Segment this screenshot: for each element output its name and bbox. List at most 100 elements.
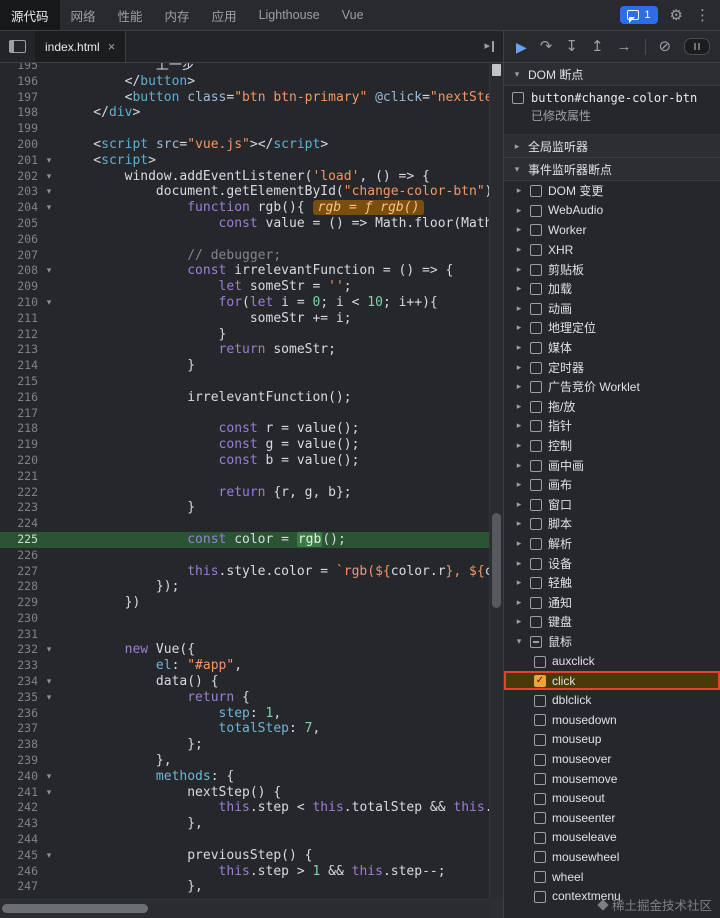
expand-arrow-icon[interactable]: ▸ [514,264,524,275]
fold-arrow-icon[interactable]: ▾ [42,169,56,185]
code-line[interactable]: 230 [0,611,490,627]
event-category-鼠标[interactable]: ▾ 鼠标 [504,632,720,652]
event-listener-dblclick[interactable]: dblclick [504,690,720,710]
code-line[interactable]: 221 [0,469,490,485]
expand-arrow-icon[interactable]: ▸ [514,616,524,627]
category-checkbox[interactable] [530,459,542,472]
expand-arrow-icon[interactable]: ▸ [514,224,524,235]
event-category-媒体[interactable]: ▸ 媒体 [504,338,720,358]
expand-arrow-icon[interactable]: ▸ [514,283,524,294]
more-options-icon[interactable]: ⋮ [695,8,710,23]
resume-button[interactable]: ▶ [516,40,527,54]
line-number[interactable]: 223 [0,500,42,516]
line-number[interactable]: 196 [0,74,42,90]
code-line[interactable]: 205 const value = () => Math.floor(Math.… [0,216,490,232]
code-line[interactable]: 238 }; [0,737,490,753]
line-number[interactable]: 201 [0,153,42,169]
horizontal-scrollbar-thumb[interactable] [2,904,148,913]
expand-arrow-icon[interactable]: ▸ [514,597,524,608]
line-number[interactable]: 244 [0,832,42,848]
expand-arrow-icon[interactable]: ▸ [514,362,524,373]
step-button[interactable]: → [617,39,632,54]
code-line[interactable]: 219 const g = value(); [0,437,490,453]
expand-arrow-icon[interactable]: ▸ [514,440,524,451]
code-line[interactable]: 196 </button> [0,74,490,90]
category-checkbox[interactable] [530,537,542,550]
panel-tab-应用[interactable]: 应用 [201,0,248,30]
fold-arrow-icon[interactable]: ▾ [42,769,56,785]
event-listener-auxclick[interactable]: auxclick [504,651,720,671]
event-category-加载[interactable]: ▸ 加载 [504,279,720,299]
code-line[interactable]: 239 }, [0,753,490,769]
code-line[interactable]: 199 [0,121,490,137]
code-line[interactable]: 234 ▾ data() { [0,674,490,690]
line-number[interactable]: 238 [0,737,42,753]
listener-checkbox[interactable] [534,792,546,805]
panel-tab-性能[interactable]: 性能 [107,0,154,30]
close-tab-icon[interactable]: × [108,39,116,54]
panel-tab-网络[interactable]: 网络 [60,0,107,30]
code-line[interactable]: 222 return {r, g, b}; [0,485,490,501]
panel-tab-Lighthouse[interactable]: Lighthouse [248,0,331,30]
code-line[interactable]: 244 [0,832,490,848]
line-number[interactable]: 197 [0,90,42,106]
code-line[interactable]: 224 [0,516,490,532]
line-number[interactable]: 233 [0,658,42,674]
fold-arrow-icon[interactable]: ▾ [42,642,56,658]
line-number[interactable]: 202 [0,169,42,185]
event-listener-mouseout[interactable]: mouseout [504,788,720,808]
event-breakpoints-header[interactable]: ▾ 事件监听器断点 [504,158,720,181]
category-checkbox[interactable] [530,361,542,374]
event-category-拖/放[interactable]: ▸ 拖/放 [504,397,720,417]
code-line[interactable]: 232 ▾ new Vue({ [0,642,490,658]
fold-arrow-icon[interactable]: ▾ [42,200,56,216]
category-checkbox[interactable] [530,498,542,511]
line-number[interactable]: 210 [0,295,42,311]
line-number[interactable]: 224 [0,516,42,532]
code-line[interactable]: 227 this.style.color = `rgb(${color.r}, … [0,564,490,580]
listener-checkbox[interactable] [534,655,546,668]
category-checkbox[interactable] [530,635,542,648]
listener-checkbox[interactable] [534,733,546,746]
listener-checkbox[interactable] [534,714,546,727]
line-number[interactable]: 206 [0,232,42,248]
event-category-地理定位[interactable]: ▸ 地理定位 [504,318,720,338]
line-number[interactable]: 207 [0,248,42,264]
line-number[interactable]: 239 [0,753,42,769]
category-checkbox[interactable] [530,185,542,198]
category-checkbox[interactable] [530,283,542,296]
expand-arrow-icon[interactable]: ▸ [514,499,524,510]
step-into-button[interactable]: ↧ [565,39,578,54]
line-number[interactable]: 200 [0,137,42,153]
line-number[interactable]: 232 [0,642,42,658]
line-number[interactable]: 216 [0,390,42,406]
category-checkbox[interactable] [530,420,542,433]
category-checkbox[interactable] [530,204,542,217]
line-number[interactable]: 226 [0,548,42,564]
event-category-轻触[interactable]: ▸ 轻触 [504,573,720,593]
code-line[interactable]: 209 let someStr = ''; [0,279,490,295]
code-line[interactable]: 210 ▾ for(let i = 0; i < 10; i++){ [0,295,490,311]
deactivate-breakpoints-button[interactable]: ⊘ [659,39,672,54]
code-line[interactable]: 242 this.step < this.totalStep && this.s… [0,800,490,816]
event-category-动画[interactable]: ▸ 动画 [504,299,720,319]
event-listener-mouseup[interactable]: mouseup [504,730,720,750]
event-category-广告竞价 Worklet[interactable]: ▸ 广告竞价 Worklet [504,377,720,397]
code-line[interactable]: 223 } [0,500,490,516]
expand-arrow-icon[interactable]: ▸ [514,303,524,314]
line-number[interactable]: 215 [0,374,42,390]
code-line[interactable]: 236 step: 1, [0,706,490,722]
event-category-DOM 变更[interactable]: ▸ DOM 变更 [504,181,720,201]
line-number[interactable]: 243 [0,816,42,832]
line-number[interactable]: 230 [0,611,42,627]
line-number[interactable]: 217 [0,406,42,422]
code-line[interactable]: 235 ▾ return { [0,690,490,706]
line-number[interactable]: 228 [0,579,42,595]
code-line[interactable]: 216 irrelevantFunction(); [0,390,490,406]
toggle-navigator-icon[interactable] [9,40,26,53]
event-category-设备[interactable]: ▸ 设备 [504,553,720,573]
expand-arrow-icon[interactable]: ▾ [514,636,524,647]
line-number[interactable]: 246 [0,864,42,880]
dom-breakpoint-item[interactable]: button#change-color-btn 已修改属性 [512,91,712,124]
line-number[interactable]: 218 [0,421,42,437]
